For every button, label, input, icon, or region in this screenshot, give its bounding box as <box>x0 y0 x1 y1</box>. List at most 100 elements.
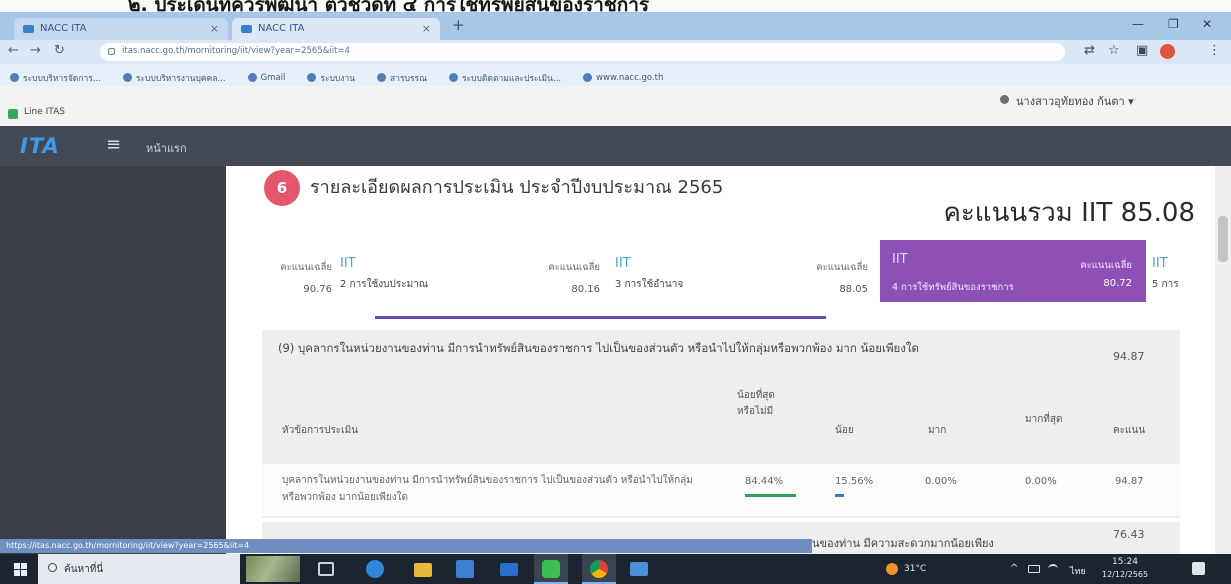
section-title: รายละเอียดผลการประเมิน ประจำปีงบประมาณ 2… <box>310 177 724 198</box>
scrollbar-thumb[interactable] <box>1218 216 1228 262</box>
column-header-topic: หัวข้อการประเมิน <box>282 425 359 436</box>
battery-icon[interactable] <box>1028 565 1040 573</box>
taskbar-search[interactable]: ค้นหาที่นี่ <box>38 554 240 584</box>
address-text: itas.nacc.go.th/mornitoring/iit/view?yea… <box>122 46 350 56</box>
edge-browser-icon[interactable] <box>366 560 384 578</box>
bookmark-item[interactable]: สารบรรณ <box>377 69 427 86</box>
score-label: คะแนนเฉลี่ย <box>816 262 868 273</box>
globe-icon <box>247 73 257 82</box>
percent-most: 0.00% <box>1025 476 1057 487</box>
file-explorer-icon[interactable] <box>414 563 432 577</box>
reload-icon[interactable]: ↻ <box>54 43 65 58</box>
bookmark-label: www.nacc.go.th <box>596 72 664 83</box>
globe-icon <box>377 73 387 82</box>
tab-close-icon[interactable]: × <box>210 22 219 35</box>
iit-tab-score[interactable]: คะแนนเฉลี่ย 90.76 <box>236 260 332 295</box>
browser-menu-icon[interactable]: ⋮ <box>1208 43 1221 58</box>
profile-avatar-icon[interactable] <box>1160 44 1175 59</box>
line-app-icon[interactable] <box>542 560 560 578</box>
line-bookmark[interactable]: Line ITAS <box>24 107 65 117</box>
score-label: คะแนนเฉลี่ย <box>280 262 332 273</box>
printed-heading: ๒. ประเด็นที่ควรพัฒนา ตัวชี้วัดที่ ๔ การ… <box>0 0 1231 12</box>
iit-tab-3[interactable]: IIT 3 การใช้อำนาจ <box>615 256 683 292</box>
sidebar <box>0 166 226 554</box>
globe-icon <box>448 73 458 82</box>
question-text: นของท่าน มีความสะดวกมากน้อยเพียง <box>812 537 994 550</box>
question-text: (9) บุคลากรในหน่วยงานของท่าน มีการนำทรัพ… <box>278 341 919 355</box>
back-icon[interactable]: ← <box>8 43 19 58</box>
clock-date[interactable]: 12/12/2565 <box>1102 570 1148 579</box>
share-icon[interactable]: ⇄ <box>1084 43 1095 58</box>
iit-tab-4-active[interactable]: IIT 4 การใช้ทรัพย์สินของราชการ คะแนนเฉลี… <box>880 240 1146 302</box>
close-window-button[interactable]: ✕ <box>1202 17 1212 31</box>
iit-tab-5[interactable]: IIT 5 การ <box>1152 256 1179 292</box>
mail-icon[interactable] <box>500 563 518 576</box>
browser-tab[interactable]: NACC ITA × <box>14 18 228 40</box>
iit-tab-2[interactable]: IIT 2 การใช้งบประมาณ <box>340 256 428 292</box>
column-header-score: คะแนน <box>1113 425 1146 436</box>
iit-code: IIT <box>615 256 631 271</box>
maximize-button[interactable]: ❐ <box>1168 17 1179 31</box>
minimize-button[interactable]: — <box>1132 17 1144 31</box>
globe-icon <box>122 73 132 82</box>
bookmark-item[interactable]: ระบบติดตามและประเมิน... <box>448 69 561 86</box>
line-app-icon <box>8 109 18 119</box>
column-header-most: มากที่สุด <box>1025 414 1063 425</box>
chrome-icon[interactable] <box>590 560 608 578</box>
lock-icon <box>108 48 115 55</box>
search-highlight-image[interactable] <box>246 556 300 582</box>
ita-logo[interactable]: ITA <box>20 134 60 158</box>
tab-favicon-icon <box>241 25 252 33</box>
table-row: บุคลากรในหน่วยงานของท่าน มีการนำทรัพย์สิ… <box>262 464 1180 516</box>
score-label: คะแนนเฉลี่ย <box>548 262 600 273</box>
user-menu[interactable]: นางสาวอุทัยทอง ก้นตา ▾ <box>1016 92 1134 110</box>
hamburger-menu-icon[interactable]: ≡ <box>106 134 121 155</box>
notification-icon[interactable] <box>1192 562 1205 575</box>
bookmark-item[interactable]: ระบบบริหารจัดการ... <box>10 69 101 86</box>
task-view-icon[interactable] <box>318 562 334 576</box>
section-number-badge: 6 <box>264 170 300 206</box>
tab-scroll-indicator[interactable] <box>375 316 826 319</box>
iit-name: 4 การใช้ทรัพย์สินของราชการ <box>892 282 1014 293</box>
new-tab-button[interactable]: + <box>452 16 465 34</box>
tab-favicon-icon <box>23 25 34 33</box>
bookmark-item[interactable]: ระบบงาน <box>307 69 355 86</box>
bookmark-item[interactable]: Gmail <box>247 69 285 86</box>
weather-icon[interactable] <box>886 563 898 575</box>
nav-home-link[interactable]: หน้าแรก <box>146 139 187 157</box>
bookmark-label: ระบบบริหารงานบุคคล... <box>135 73 226 84</box>
score-value: 80.72 <box>1103 278 1132 289</box>
question-score: 76.43 <box>1113 528 1145 541</box>
app-icon[interactable] <box>630 562 648 576</box>
question-card: (9) บุคลากรในหน่วยงานของท่าน มีการนำทรัพ… <box>262 330 1180 518</box>
row-topic: บุคลากรในหน่วยงานของท่าน มีการนำทรัพย์สิ… <box>282 475 693 503</box>
search-icon <box>48 563 57 572</box>
clock-time[interactable]: 15:24 <box>1112 557 1138 567</box>
store-icon[interactable] <box>456 560 474 578</box>
windows-start-icon[interactable] <box>14 563 27 576</box>
iit-tab-score[interactable]: คะแนนเฉลี่ย 88.05 <box>772 260 868 295</box>
score-value: 88.05 <box>839 284 868 295</box>
bookmark-star-icon[interactable]: ☆ <box>1108 43 1120 58</box>
bookmark-item[interactable]: www.nacc.go.th <box>583 69 663 86</box>
search-placeholder: ค้นหาที่นี่ <box>64 564 104 575</box>
bookmark-item[interactable]: ระบบบริหารงานบุคคล... <box>122 69 226 86</box>
tab-close-icon[interactable]: × <box>422 22 431 35</box>
network-icon[interactable] <box>1048 564 1058 574</box>
percent-much: 0.00% <box>925 476 957 487</box>
chevron-up-icon[interactable]: ^ <box>1010 563 1018 574</box>
iit-tab-score[interactable]: คะแนนเฉลี่ย 80.16 <box>504 260 600 295</box>
forward-icon[interactable]: → <box>30 43 41 58</box>
address-bar[interactable]: itas.nacc.go.th/mornitoring/iit/view?yea… <box>100 43 1065 61</box>
page-scrollbar[interactable] <box>1215 166 1231 554</box>
iit-name: 3 การใช้อำนาจ <box>615 279 684 290</box>
percent-least: 84.44% <box>745 476 784 487</box>
score-label: คะแนนเฉลี่ย <box>1080 260 1132 271</box>
browser-tab-active[interactable]: NACC ITA × <box>232 18 440 40</box>
language-indicator[interactable]: ไทย <box>1070 564 1086 578</box>
score-value: 90.76 <box>303 284 332 295</box>
iit-name: 2 การใช้งบประมาณ <box>340 279 429 290</box>
extensions-icon[interactable]: ▣ <box>1136 43 1148 58</box>
browser-tab-bar: NACC ITA × NACC ITA × + — ❐ ✕ <box>0 12 1231 40</box>
weather-text[interactable]: 31°C <box>904 564 926 574</box>
